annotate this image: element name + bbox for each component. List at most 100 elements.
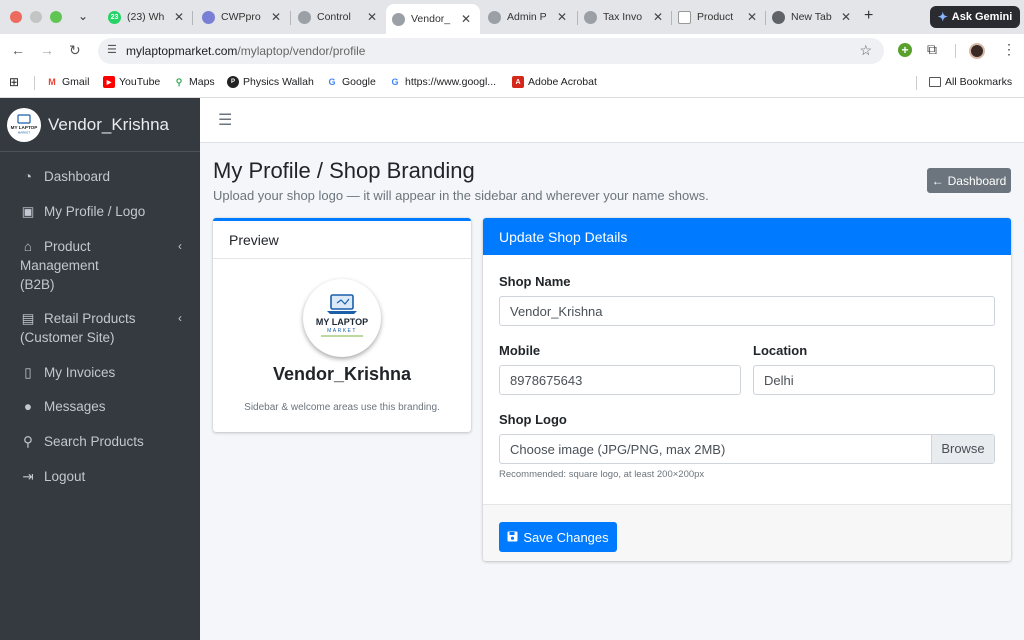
new-tab-button[interactable]: + bbox=[864, 7, 873, 25]
browser-tab-strip: ⌄ 23 (23) Wh ✕ CWPpro ✕ Control ✕ Vendor… bbox=[0, 0, 1024, 34]
browser-tab[interactable]: Product ✕ bbox=[672, 4, 764, 30]
bookmark-adobe-acrobat[interactable]: A Adobe Acrobat bbox=[512, 76, 597, 88]
extensions-puzzle-icon[interactable]: ⧉ bbox=[927, 41, 937, 58]
google-icon: G bbox=[391, 77, 399, 87]
window-close-button[interactable] bbox=[10, 11, 22, 23]
browser-menu-icon[interactable]: ⋮ bbox=[1002, 41, 1016, 58]
site-info-icon[interactable]: ☰ bbox=[107, 43, 117, 56]
cwp-icon bbox=[202, 10, 215, 24]
sidebar-item-my-invoices[interactable]: ▯ My Invoices bbox=[0, 363, 200, 382]
bookmark-google-url[interactable]: G https://www.googl... bbox=[389, 76, 496, 88]
preview-logo-text: MY LAPTOP bbox=[316, 317, 368, 327]
browser-tab-active[interactable]: Vendor_ ✕ bbox=[386, 4, 480, 34]
shop-name-label: Shop Name bbox=[499, 274, 571, 289]
apps-grid-icon[interactable]: ⊞ bbox=[9, 75, 19, 89]
url-host: mylaptopmarket.com bbox=[126, 44, 238, 58]
hamburger-menu-icon[interactable]: ☰ bbox=[218, 110, 232, 130]
preview-card: Preview MY LAPTOP MARKET Vendor_Krishna … bbox=[213, 218, 471, 432]
back-arrow-icon[interactable]: ← bbox=[11, 42, 25, 58]
browser-toolbar: ← → ↻ ☰ mylaptopmarket.com/mylaptop/vend… bbox=[0, 34, 1024, 68]
invoice-icon: ▯ bbox=[24, 365, 32, 380]
browser-tab[interactable]: Tax Invo ✕ bbox=[578, 4, 670, 30]
bookmark-maps[interactable]: ⚲ Maps bbox=[173, 76, 215, 88]
sidebar-item-product-management[interactable]: ⌂ Product Management ‹ (B2B) bbox=[0, 237, 200, 294]
sidebar-item-messages[interactable]: ● Messages bbox=[0, 397, 200, 416]
bookmark-physics-wallah[interactable]: P Physics Wallah bbox=[227, 76, 314, 88]
youtube-icon: ▶ bbox=[103, 76, 115, 88]
gmail-icon: M bbox=[48, 77, 56, 87]
page-title: My Profile / Shop Branding bbox=[213, 158, 475, 183]
gemini-sparkle-icon: ✦ bbox=[937, 10, 948, 24]
bookmark-youtube[interactable]: ▶ YouTube bbox=[103, 76, 160, 88]
search-icon: ⚲ bbox=[23, 434, 33, 449]
sidebar-item-search-products[interactable]: ⚲ Search Products bbox=[0, 432, 200, 451]
browser-tab[interactable]: New Tab ✕ bbox=[766, 4, 858, 30]
close-icon[interactable]: ✕ bbox=[367, 10, 377, 24]
location-label: Location bbox=[753, 343, 808, 358]
chevron-left-icon: ‹ bbox=[178, 239, 182, 253]
window-maximize-button[interactable] bbox=[50, 11, 62, 23]
bookmark-label: Adobe Acrobat bbox=[528, 76, 597, 88]
bookmark-label: YouTube bbox=[119, 76, 161, 88]
address-bar[interactable]: ☰ mylaptopmarket.com/mylaptop/vendor/pro… bbox=[98, 38, 884, 64]
update-shop-card-header: Update Shop Details bbox=[483, 218, 1011, 255]
bookmark-star-icon[interactable]: ☆ bbox=[859, 42, 872, 59]
sidebar-item-label: My Invoices bbox=[44, 365, 116, 380]
browser-tab[interactable]: CWPpro ✕ bbox=[196, 4, 288, 30]
browser-tab[interactable]: 23 (23) Wh ✕ bbox=[102, 4, 190, 30]
sidebar-item-label: Messages bbox=[44, 399, 106, 414]
bookmark-google[interactable]: G Google bbox=[326, 76, 375, 88]
close-icon[interactable]: ✕ bbox=[841, 10, 851, 24]
sign-out-icon: ⇥ bbox=[22, 469, 34, 484]
sidebar-item-my-profile[interactable]: ▣ My Profile / Logo bbox=[0, 202, 200, 221]
browse-button[interactable]: Browse bbox=[931, 435, 994, 463]
chrome-icon bbox=[772, 10, 785, 24]
location-input[interactable]: Delhi bbox=[753, 365, 995, 395]
ask-gemini-button[interactable]: ✦ Ask Gemini bbox=[930, 6, 1020, 28]
dashboard-button[interactable]: ← Dashboard bbox=[927, 168, 1011, 193]
sidebar-item-label: Retail Products bbox=[44, 311, 136, 326]
extension-plus-icon[interactable]: + bbox=[898, 43, 912, 57]
close-icon[interactable]: ✕ bbox=[747, 10, 757, 24]
profile-avatar[interactable] bbox=[969, 43, 985, 59]
store-icon: ⌂ bbox=[23, 239, 33, 254]
all-bookmarks-button[interactable]: All Bookmarks bbox=[929, 76, 1012, 88]
browser-tab[interactable]: Admin P ✕ bbox=[482, 4, 576, 30]
tab-title: Product bbox=[697, 11, 734, 23]
tab-search-chevron-icon[interactable]: ⌄ bbox=[78, 9, 88, 23]
shopping-bag-icon: ▤ bbox=[21, 311, 35, 326]
browser-tab[interactable]: Control ✕ bbox=[292, 4, 384, 30]
tachometer-icon: ◔ bbox=[23, 169, 33, 184]
window-minimize-button[interactable] bbox=[30, 11, 42, 23]
globe-icon bbox=[392, 12, 405, 26]
mobile-input[interactable]: 8978675643 bbox=[499, 365, 741, 395]
sidebar-brand[interactable]: MY LAPTOP MARKET Vendor_Krishna bbox=[0, 98, 200, 152]
reload-icon[interactable]: ↻ bbox=[69, 42, 81, 59]
shop-logo-file-input[interactable]: Choose image (JPG/PNG, max 2MB) Browse bbox=[499, 434, 995, 464]
maps-icon: ⚲ bbox=[175, 76, 183, 87]
sidebar-item-dashboard[interactable]: ◔ Dashboard bbox=[0, 167, 200, 186]
close-icon[interactable]: ✕ bbox=[653, 10, 663, 24]
bookmark-label: Gmail bbox=[62, 76, 90, 88]
sidebar-item-retail-products[interactable]: ▤ Retail Products ‹ (Customer Site) bbox=[0, 309, 200, 347]
sidebar: MY LAPTOP MARKET Vendor_Krishna ◔ Dashboa… bbox=[0, 98, 200, 640]
shop-logo-label: Shop Logo bbox=[499, 412, 567, 427]
bookmark-gmail[interactable]: M Gmail bbox=[46, 76, 89, 88]
preview-logo-subtext: MARKET bbox=[327, 328, 357, 334]
close-icon[interactable]: ✕ bbox=[174, 10, 184, 24]
globe-icon bbox=[584, 10, 597, 24]
logo-hint: Recommended: square logo, at least 200×2… bbox=[499, 469, 705, 480]
close-icon[interactable]: ✕ bbox=[557, 10, 567, 24]
tab-title: (23) Wh bbox=[127, 11, 165, 23]
tab-title: New Tab bbox=[791, 11, 832, 23]
shop-name-input[interactable]: Vendor_Krishna bbox=[499, 296, 995, 326]
save-changes-button[interactable]: Save Changes bbox=[499, 522, 617, 552]
save-icon bbox=[507, 530, 518, 545]
close-icon[interactable]: ✕ bbox=[271, 10, 281, 24]
sidebar-brand-name: Vendor_Krishna bbox=[48, 114, 169, 134]
main-content: My Profile / Shop Branding Upload your s… bbox=[200, 143, 1024, 640]
forward-arrow-icon[interactable]: → bbox=[40, 42, 54, 58]
sidebar-item-logout[interactable]: ⇥ Logout bbox=[0, 467, 200, 486]
app-header: ☰ bbox=[200, 98, 1024, 143]
close-icon[interactable]: ✕ bbox=[461, 12, 471, 26]
